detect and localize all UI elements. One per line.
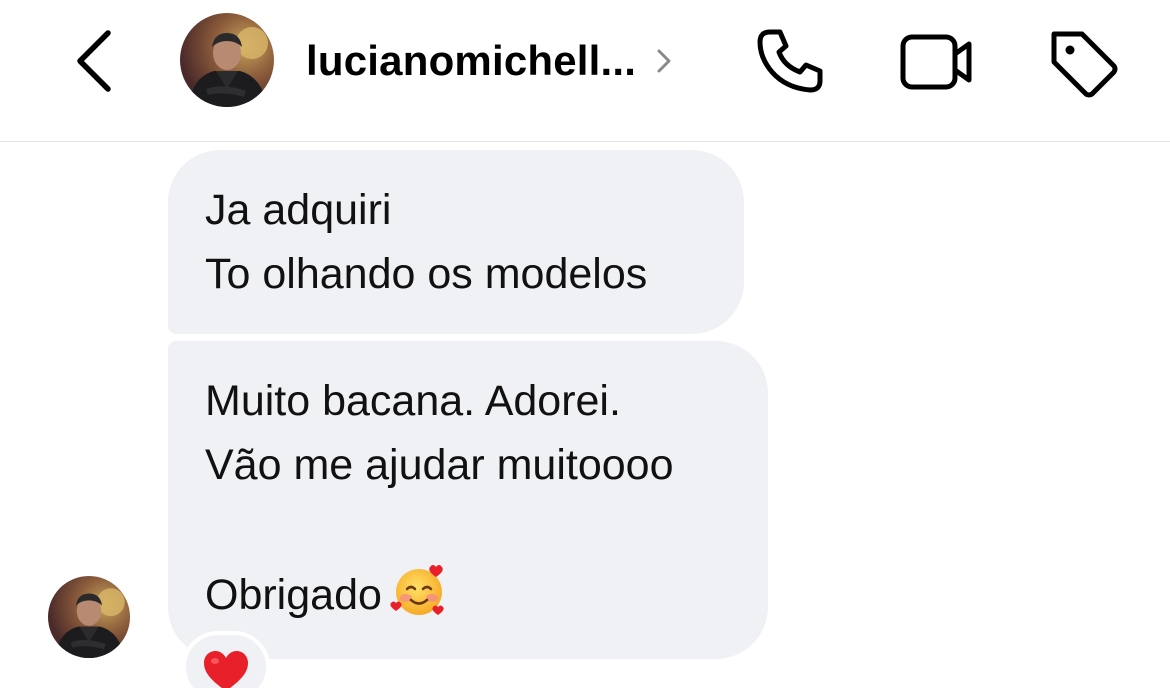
phone-icon (757, 29, 823, 93)
message-bubble[interactable]: Muito bacana. Adorei. Vão me ajudar muit… (168, 341, 768, 659)
profile-photo (48, 576, 130, 658)
sender-avatar[interactable] (48, 576, 130, 658)
message-text: Ja adquiri (205, 186, 392, 234)
message-text: Obrigado (205, 571, 382, 619)
message-text-line: Obrigado (205, 561, 768, 627)
chevron-left-icon (77, 30, 111, 92)
chevron-right-icon (657, 49, 671, 73)
message-bubble[interactable]: Ja adquiri To olhando os modelos (168, 150, 744, 334)
message-text: To olhando os modelos (205, 250, 648, 298)
profile-photo (180, 13, 274, 107)
chat-screen: lucianomichell... Ja adquiri To olhando … (0, 0, 1170, 688)
message-text: Muito bacana. Adorei. (205, 377, 621, 425)
chat-header: lucianomichell... (0, 0, 1170, 142)
profile-title-link[interactable]: lucianomichell... (306, 28, 674, 94)
back-button[interactable] (64, 25, 128, 97)
message-text: Vão me ajudar muitoooo (205, 441, 674, 489)
red-heart-icon (204, 651, 248, 688)
username-title: lucianomichell... (306, 37, 637, 84)
header-avatar[interactable] (180, 13, 274, 107)
video-camera-icon (900, 34, 972, 90)
audio-call-button[interactable] (748, 22, 832, 102)
message-reaction[interactable] (182, 631, 270, 688)
smiling-face-with-hearts-icon (390, 565, 444, 615)
tag-icon (1051, 31, 1118, 98)
tag-button[interactable] (1042, 22, 1126, 102)
video-call-button[interactable] (894, 22, 978, 102)
